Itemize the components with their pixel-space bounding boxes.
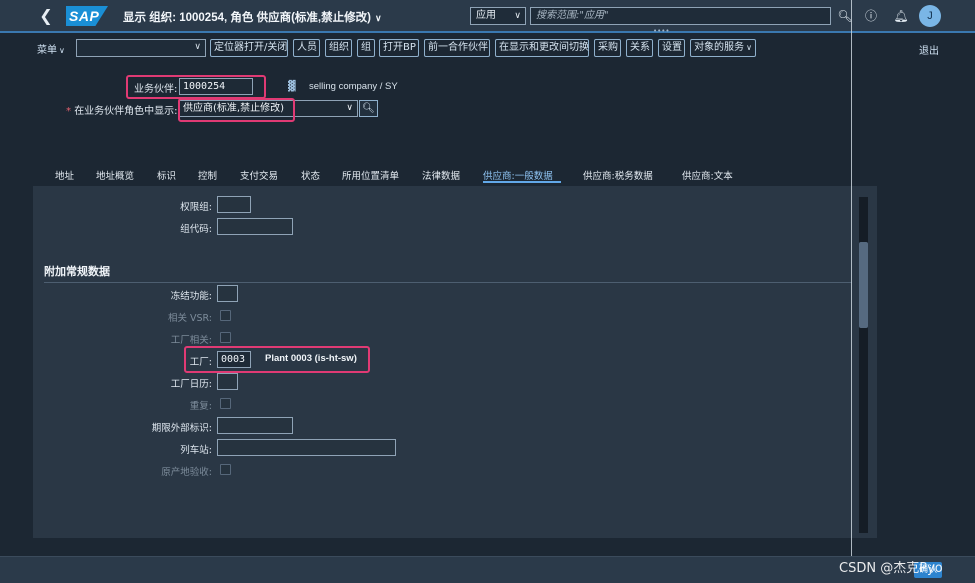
auth-group-field[interactable]: [217, 196, 251, 213]
tab-payment[interactable]: 支付交易: [240, 168, 278, 182]
period-ext-field[interactable]: [217, 417, 293, 434]
previous-partner-button[interactable]: 前一合作伙伴: [424, 39, 490, 57]
vsr-checkbox[interactable]: [220, 310, 231, 321]
tab-vendor-text[interactable]: 供应商:文本: [682, 168, 733, 182]
factory-calendar-label: 工厂日历:: [170, 379, 212, 390]
tab-identification[interactable]: 标识: [157, 168, 176, 182]
sap-logo[interactable]: SAP: [66, 6, 108, 26]
highlight-box: [126, 75, 266, 99]
repeat-checkbox[interactable]: [220, 398, 231, 409]
footer-bar: [0, 556, 975, 583]
shell-bar: ❮ SAP 显示 组织: 1000254, 角色 供应商(标准,禁止修改) ∨ 应…: [0, 0, 975, 35]
bell-icon[interactable]: 🔔︎: [892, 7, 910, 25]
sap-logo-text: SAP: [69, 8, 100, 24]
freeze-field[interactable]: [217, 285, 238, 302]
chevron-down-icon: ∨: [59, 46, 65, 55]
object-services-button[interactable]: 对象的服务 ∨: [690, 39, 756, 57]
purchasing-button[interactable]: 采购: [594, 39, 621, 57]
tab-vendor-general[interactable]: 供应商:一般数据: [483, 168, 553, 182]
period-ext-label: 期限外部标识:: [151, 423, 212, 434]
tab-control[interactable]: 控制: [198, 168, 217, 182]
avatar[interactable]: J: [919, 5, 941, 27]
auth-group-label: 权限组:: [180, 202, 212, 213]
menu-button[interactable]: 菜单 ∨: [37, 41, 65, 56]
role-label: * 在业务伙伴角色中显示:: [66, 102, 178, 117]
role-search-icon[interactable]: 🔍︎: [359, 100, 378, 117]
chevron-down-icon: ∨: [194, 42, 201, 52]
relationships-button[interactable]: 关系: [626, 39, 653, 57]
chevron-down-icon: ∨: [514, 11, 521, 21]
help-icon[interactable]: ⓘ: [862, 7, 880, 25]
person-button[interactable]: 人员: [293, 39, 320, 57]
group-code-field[interactable]: [217, 218, 293, 235]
tab-vendor-tax[interactable]: 供应商:税务数据: [583, 168, 653, 182]
exit-button[interactable]: 退出: [919, 42, 939, 57]
toolbar: 菜单 ∨ ∨ 定位器打开/关闭 人员 组织 组 打开BP 前一合作伙伴 在显示和更…: [0, 37, 975, 59]
tab-address-overview[interactable]: 地址概览: [96, 168, 134, 182]
train-station-field[interactable]: [217, 439, 396, 456]
toggle-display-change-button[interactable]: 在显示和更改间切换: [495, 39, 589, 57]
highlight-box: [178, 98, 295, 122]
factory-calendar-field[interactable]: [217, 373, 238, 390]
bar-chart-icon[interactable]: ▓: [288, 81, 300, 92]
tab-where-used[interactable]: 所用位置清单: [342, 168, 399, 182]
page-title-text: 显示 组织: 1000254, 角色 供应商(标准,禁止修改): [123, 12, 371, 24]
locator-toggle-button[interactable]: 定位器打开/关闭: [210, 39, 288, 57]
chevron-down-icon: ∨: [374, 13, 382, 23]
search-scope-select[interactable]: 应用 ∨: [470, 7, 526, 25]
object-services-label: 对象的服务: [694, 42, 745, 53]
repeat-label: 重复:: [189, 401, 212, 412]
watermark: CSDN @杰克Pyo: [839, 561, 943, 576]
menu-label: 菜单: [37, 45, 57, 56]
tab-legal-data[interactable]: 法律数据: [422, 168, 460, 182]
tab-status[interactable]: 状态: [301, 168, 320, 182]
search-scope-value: 应用: [476, 10, 496, 21]
tabstrip: 地址 地址概览 标识 控制 支付交易 状态 所用位置清单 法律数据 供应商:一般…: [33, 162, 877, 186]
page-title[interactable]: 显示 组织: 1000254, 角色 供应商(标准,禁止修改) ∨: [123, 9, 382, 25]
open-bp-button[interactable]: 打开BP: [379, 39, 419, 57]
scrollbar-thumb[interactable]: [859, 242, 868, 328]
train-station-label: 列车站:: [180, 445, 212, 456]
freeze-label: 冻结功能:: [170, 291, 212, 302]
chevron-down-icon: ∨: [346, 103, 353, 113]
command-field[interactable]: ∨: [76, 39, 206, 57]
origin-check-label: 原产地验收:: [161, 467, 212, 478]
chevron-down-icon: ∨: [746, 43, 752, 52]
search-input[interactable]: 搜索范围:"应用": [530, 7, 831, 25]
role-label-text: 在业务伙伴角色中显示:: [74, 106, 178, 117]
divider: [44, 282, 852, 283]
divider: [851, 0, 852, 583]
grip-icon[interactable]: ••••: [653, 28, 670, 35]
group-button[interactable]: 组: [357, 39, 375, 57]
group-code-label: 组代码:: [180, 224, 212, 235]
plant-relevant-label: 工厂相关:: [170, 335, 212, 346]
organization-button[interactable]: 组织: [325, 39, 352, 57]
required-asterisk: *: [66, 106, 75, 117]
tab-address[interactable]: 地址: [55, 168, 74, 182]
active-tab-indicator: [483, 181, 561, 183]
origin-check-checkbox[interactable]: [220, 464, 231, 475]
vsr-label: 相关 VSR:: [167, 313, 212, 324]
highlight-box: [184, 346, 370, 373]
section-title: 附加常规数据: [44, 265, 110, 278]
plant-relevant-checkbox[interactable]: [220, 332, 231, 343]
back-icon[interactable]: ❮: [36, 6, 56, 26]
partner-description: selling company / SY: [309, 81, 398, 92]
settings-button[interactable]: 设置: [658, 39, 685, 57]
